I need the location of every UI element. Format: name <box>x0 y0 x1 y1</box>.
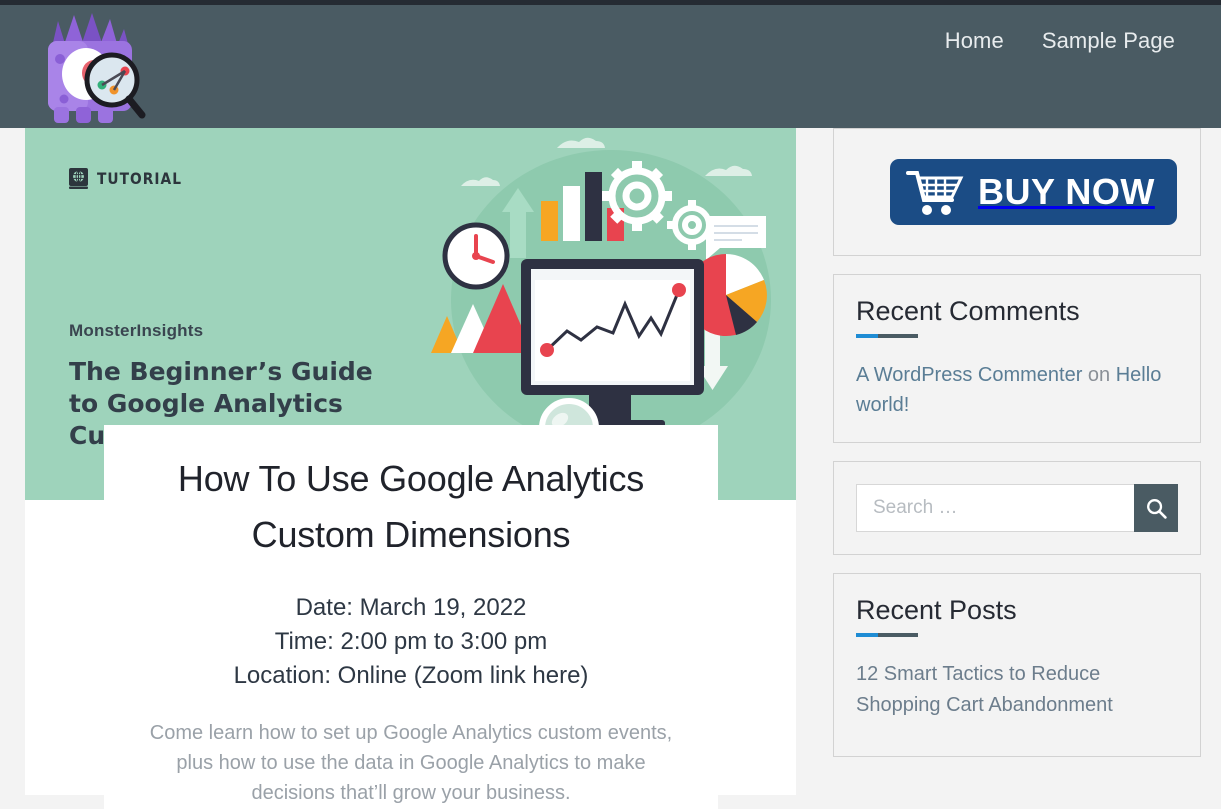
site-header: Home Sample Page <box>0 5 1221 128</box>
featured-brand: MonsterInsights <box>69 321 203 341</box>
comment-author-link[interactable]: A WordPress Commenter <box>856 364 1082 386</box>
post-entry-card: How To Use Google Analytics Custom Dimen… <box>104 425 718 809</box>
search-input[interactable] <box>856 484 1134 532</box>
comment-list-item: A WordPress Commenter on Hello world! <box>856 360 1178 421</box>
search-submit-button[interactable] <box>1134 484 1178 532</box>
main-content-column: TUTORIAL MonsterInsights The Beginner’s … <box>25 128 796 795</box>
nav-sample-page[interactable]: Sample Page <box>1042 29 1175 53</box>
recent-post-link[interactable]: 12 Smart Tactics to Reduce Shopping Cart… <box>856 659 1178 734</box>
widget-buy-now: BUY NOW <box>833 128 1201 256</box>
recent-posts-title: Recent Posts <box>856 596 1178 626</box>
post-body-text: Come learn how to set up Google Analytic… <box>114 718 708 809</box>
tutorial-badge: TUTORIAL <box>69 168 196 189</box>
buy-now-button[interactable]: BUY NOW <box>890 159 1177 225</box>
site-logo[interactable] <box>30 7 150 127</box>
title-underline <box>856 334 918 338</box>
shopping-cart-icon <box>906 168 964 216</box>
page-title: How To Use Google Analytics Custom Dimen… <box>114 451 708 563</box>
widget-recent-posts: Recent Posts 12 Smart Tactics to Reduce … <box>833 573 1201 756</box>
event-date: Date: March 19, 2022 <box>114 591 708 625</box>
primary-navigation[interactable]: Home Sample Page <box>945 29 1175 53</box>
recent-posts-list: 12 Smart Tactics to Reduce Shopping Cart… <box>856 659 1178 734</box>
sidebar: BUY NOW Recent Comments A WordPress Comm… <box>833 128 1201 775</box>
event-details: Date: March 19, 2022 Time: 2:00 pm to 3:… <box>114 591 708 693</box>
widget-search <box>833 461 1201 555</box>
list-item: 12 Smart Tactics to Reduce Shopping Cart… <box>856 659 1178 734</box>
recent-comments-title: Recent Comments <box>856 297 1178 327</box>
buy-now-label: BUY NOW <box>978 171 1155 213</box>
nav-home[interactable]: Home <box>945 29 1004 53</box>
widget-recent-comments: Recent Comments A WordPress Commenter on… <box>833 274 1201 443</box>
tutorial-book-icon <box>69 168 88 189</box>
search-icon <box>1146 498 1167 519</box>
monsterinsights-monster-logo <box>30 7 150 127</box>
event-time: Time: 2:00 pm to 3:00 pm <box>114 625 708 659</box>
comment-connector: on <box>1082 364 1115 386</box>
event-location: Location: Online (Zoom link here) <box>114 659 708 693</box>
tutorial-badge-label: TUTORIAL <box>97 169 182 188</box>
search-form <box>856 484 1178 532</box>
top-bar <box>0 0 1221 5</box>
title-underline <box>856 633 918 637</box>
